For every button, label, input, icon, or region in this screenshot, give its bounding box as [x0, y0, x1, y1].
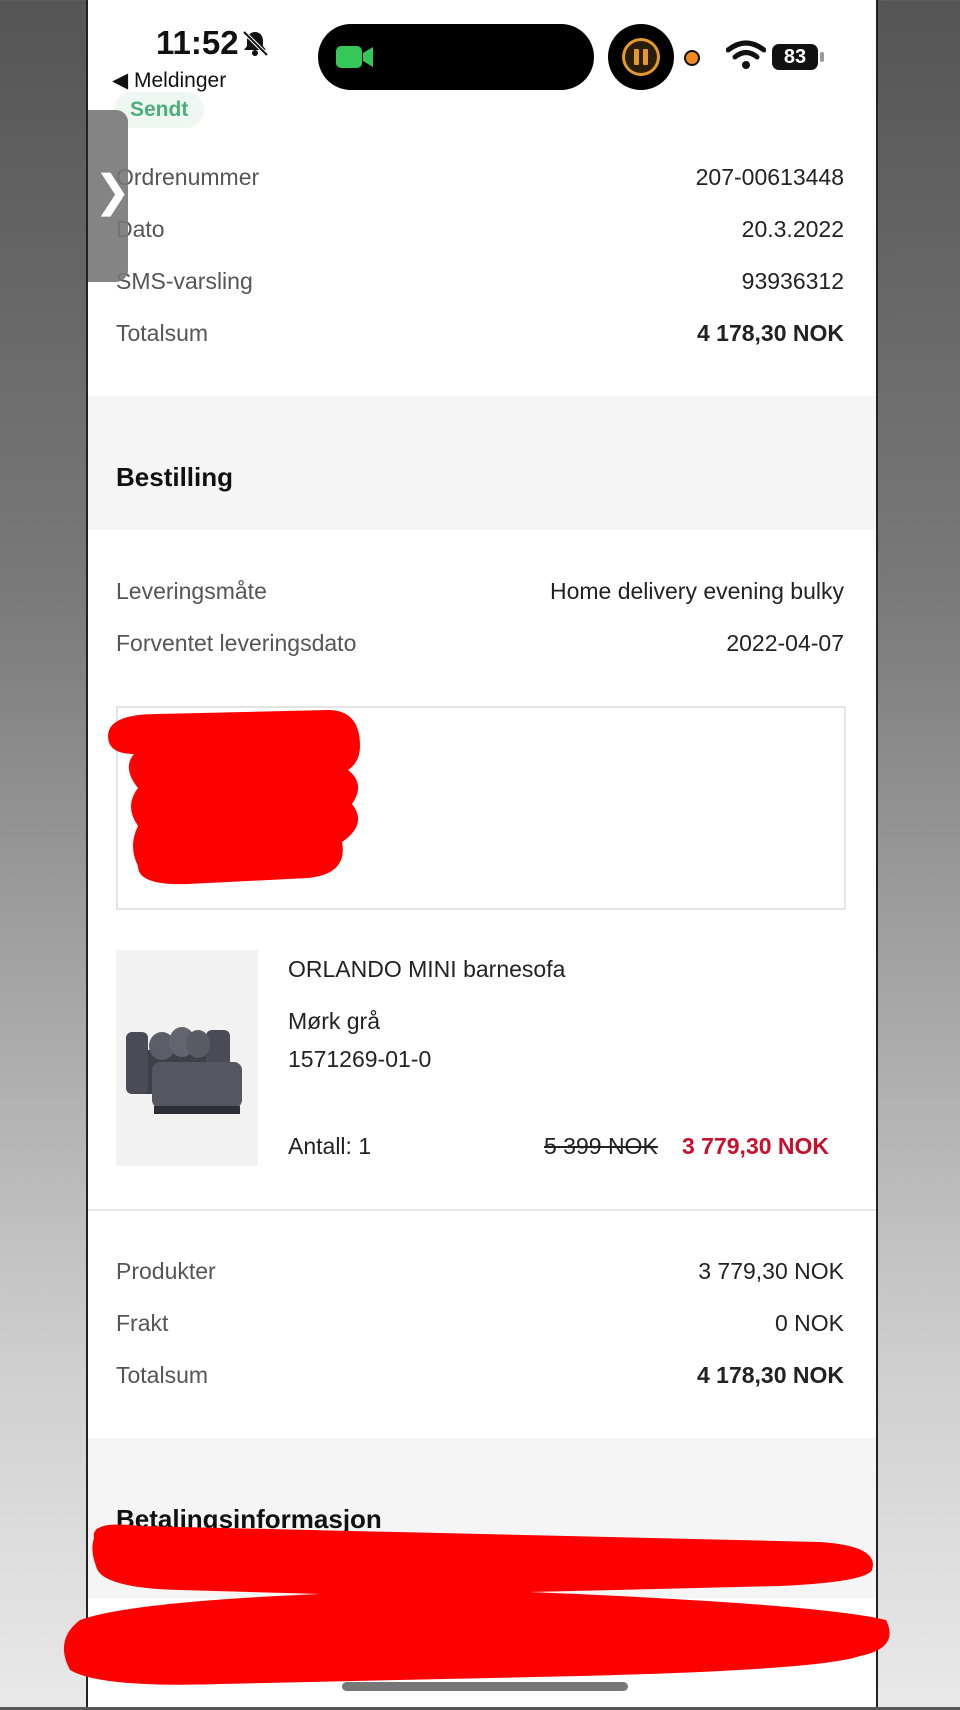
delivery-method-value: Home delivery evening bulky [549, 578, 844, 604]
order-date-row: Dato 20.3.2022 [116, 216, 844, 246]
order-number-value: 207-00613448 [695, 164, 844, 190]
products-sum-value: 3 779,30 NOK [698, 1258, 844, 1284]
product-name[interactable]: ORLANDO MINI barnesofa [288, 956, 565, 983]
products-sum-row: Produkter 3 779,30 NOK [116, 1258, 844, 1288]
order-detail-screen: 11:52 ◀ Meldinger 83 Sendt Ordrenummer 2… [86, 0, 878, 1707]
status-time: 11:52 [156, 24, 239, 61]
redaction-scribble [108, 710, 360, 885]
order-total-label: Totalsum [116, 320, 209, 346]
sms-label: SMS-varsling [116, 268, 253, 294]
bell-slash-icon [242, 30, 269, 57]
sofa-icon [126, 1027, 242, 1114]
expected-date-row: Forventet leveringsdato 2022-04-07 [116, 630, 844, 660]
back-to-messages-link[interactable]: ◀ Meldinger [112, 68, 226, 93]
delivery-method-row: Leveringsmåte Home delivery evening bulk… [116, 578, 844, 608]
order-number-row: Ordrenummer 207-00613448 [116, 164, 844, 194]
product-sale-price: 3 779,30 NOK [682, 1133, 830, 1159]
order-total-row: Totalsum 4 178,30 NOK [116, 320, 844, 350]
product-color: Mørk grå [288, 1008, 380, 1034]
summary-total-row: Totalsum 4 178,30 NOK [116, 1362, 844, 1392]
shipping-value: 0 NOK [774, 1310, 844, 1336]
wifi-icon [726, 40, 766, 69]
sms-value: 93936312 [741, 268, 844, 294]
product-article-number: 1571269-01-0 [288, 1046, 432, 1072]
products-sum-label: Produkter [116, 1258, 216, 1284]
battery-cap [820, 52, 824, 62]
order-total-value: 4 178,30 NOK [696, 320, 844, 346]
delivery-method-label: Leveringsmåte [116, 578, 267, 604]
divider [88, 1209, 876, 1211]
expected-date-value: 2022-04-07 [726, 630, 844, 656]
order-date-value: 20.3.2022 [741, 216, 844, 242]
order-number-label: Ordrenummer [116, 164, 260, 190]
pause-icon [622, 38, 660, 76]
bestilling-title: Bestilling [116, 462, 234, 492]
facetime-camera-icon[interactable] [336, 44, 374, 70]
summary-total-label: Totalsum [116, 1362, 209, 1388]
shipping-row: Frakt 0 NOK [116, 1310, 844, 1340]
redaction-scribble-bottom [63, 1524, 890, 1685]
expected-date-label: Forventet leveringsdato [116, 630, 357, 656]
sms-row: SMS-varsling 93936312 [116, 268, 844, 298]
shipping-label: Frakt [116, 1310, 169, 1336]
product-quantity: Antall: 1 [288, 1133, 372, 1159]
product-image[interactable] [116, 950, 258, 1166]
orange-dot-icon [684, 50, 700, 66]
summary-total-value: 4 178,30 NOK [696, 1362, 844, 1388]
battery-icon: 83 [772, 44, 818, 70]
chevron-right-icon[interactable]: ❯ [94, 166, 131, 217]
product-old-price: 5 399 NOK [544, 1133, 658, 1159]
